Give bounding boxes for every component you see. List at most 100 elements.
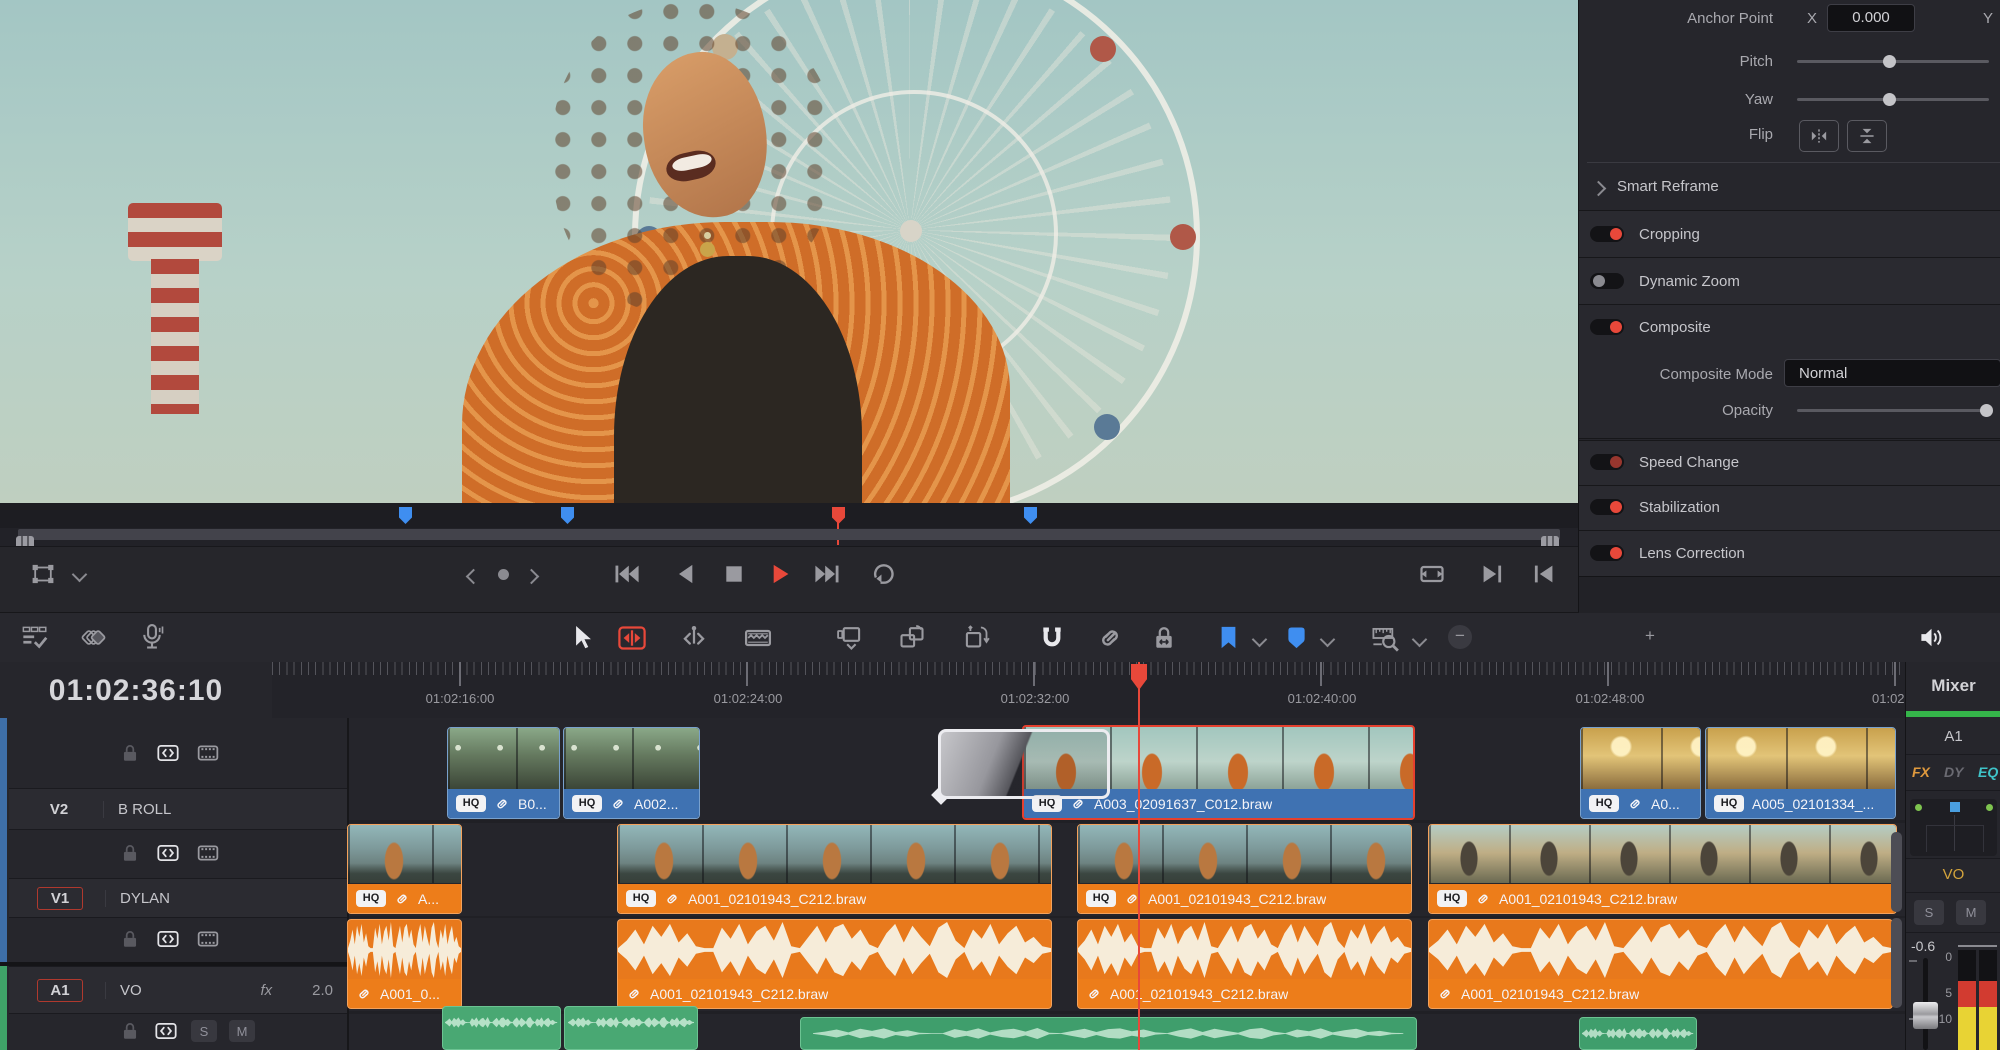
position-lock-button[interactable]: [1150, 624, 1178, 652]
smart-reframe-expand-chevron[interactable]: [1591, 181, 1607, 197]
timeline-clip-v1[interactable]: HQ A...: [347, 824, 462, 914]
timeline-clip-v2[interactable]: HQ A0...: [1580, 727, 1701, 819]
dynamic-trim-tool-button[interactable]: [680, 624, 708, 652]
flip-vertical-button[interactable]: [1847, 120, 1887, 152]
trim-edit-tool-button[interactable]: [618, 624, 646, 652]
auto-select-icon[interactable]: [155, 742, 181, 764]
pitch-slider-handle[interactable]: [1883, 55, 1896, 68]
track-name[interactable]: VO: [105, 982, 142, 999]
viewer-marker-blue[interactable]: [399, 507, 412, 524]
marker-button[interactable]: [1284, 625, 1309, 650]
timeline-clip-v1[interactable]: HQ A001_02101943_C212.braw: [617, 824, 1052, 914]
track-header-a1[interactable]: A1 VO fx 2.0: [9, 966, 347, 1014]
track-id[interactable]: A1: [37, 979, 83, 1002]
insert-clip-button[interactable]: [836, 624, 864, 652]
yaw-slider-handle[interactable]: [1883, 93, 1896, 106]
mixer-fx-button[interactable]: FX: [1912, 764, 1930, 780]
anchor-x-input[interactable]: 0.000: [1827, 4, 1915, 32]
timeline-clip-v1[interactable]: HQ A001_02101943_C212.braw: [1428, 824, 1897, 914]
auto-select-icon[interactable]: [155, 928, 181, 950]
filmstrip-icon[interactable]: [195, 842, 221, 864]
replace-clip-button[interactable]: [962, 624, 990, 652]
timeline-view-options-button[interactable]: [22, 624, 49, 651]
timeline-clip-a1[interactable]: A001_02101943_C212.braw: [1077, 919, 1412, 1009]
lock-icon[interactable]: [119, 1020, 141, 1042]
mixer-mute-button[interactable]: M: [1956, 900, 1986, 925]
timeline-clip-a2[interactable]: [800, 1017, 1417, 1050]
chevron-down-icon[interactable]: [72, 567, 88, 583]
mute-button[interactable]: M: [229, 1020, 255, 1042]
step-back-button[interactable]: [466, 569, 482, 585]
track-id[interactable]: V1: [37, 887, 83, 910]
viewer-marker-blue[interactable]: [561, 507, 574, 524]
razor-tool-button[interactable]: [744, 624, 772, 652]
timeline-clip-a2[interactable]: [442, 1006, 561, 1050]
track-name[interactable]: B ROLL: [103, 801, 171, 818]
zoom-in-button[interactable]: +: [1638, 625, 1662, 649]
track-id[interactable]: V2: [37, 801, 81, 818]
timeline-playhead[interactable]: [1138, 662, 1140, 1050]
lock-icon[interactable]: [119, 928, 141, 950]
composite-mode-select[interactable]: Normal: [1784, 359, 2000, 387]
timeline-clip-v1[interactable]: HQ A001_02101943_C212.braw: [1077, 824, 1412, 914]
timeline-clip-v2[interactable]: HQ B0...: [447, 727, 560, 819]
filmstrip-icon[interactable]: [195, 742, 221, 764]
stabilization-toggle[interactable]: [1590, 499, 1624, 515]
speed-change-toggle[interactable]: [1590, 454, 1624, 470]
composite-label[interactable]: Composite: [1639, 319, 1711, 336]
stabilization-label[interactable]: Stabilization: [1639, 499, 1720, 516]
opacity-slider[interactable]: [1797, 409, 1989, 412]
transition-overlay[interactable]: [938, 729, 1110, 799]
timeline-clip-a1[interactable]: A001_0...: [347, 919, 462, 1009]
viewer-marker-blue[interactable]: [1024, 507, 1037, 524]
flag-dropdown-chevron[interactable]: [1252, 632, 1268, 648]
timeline-clip-a1[interactable]: A001_02101943_C212.braw: [617, 919, 1052, 1009]
flip-horizontal-button[interactable]: [1799, 120, 1839, 152]
zoom-dropdown-chevron[interactable]: [1412, 632, 1428, 648]
viewer-marker-bar[interactable]: [0, 503, 1578, 528]
lock-icon[interactable]: [119, 742, 141, 764]
filmstrip-icon[interactable]: [195, 928, 221, 950]
speed-change-label[interactable]: Speed Change: [1639, 454, 1739, 471]
yaw-slider[interactable]: [1797, 98, 1989, 101]
timeline-clip-v2[interactable]: HQ A002...: [563, 727, 700, 819]
previous-edit-button[interactable]: [1530, 560, 1558, 588]
go-to-end-button[interactable]: [814, 560, 842, 588]
timeline-audio-speaker-button[interactable]: [1918, 624, 1945, 651]
timeline-vertical-scrollbar[interactable]: [1891, 832, 1902, 912]
timeline-clip-a2[interactable]: [564, 1006, 698, 1050]
go-to-start-button[interactable]: [612, 560, 640, 588]
track-header-v2[interactable]: V2 B ROLL: [9, 788, 347, 830]
timeline-clip-v2[interactable]: HQ A005_02101334_...: [1705, 727, 1896, 819]
auto-select-icon[interactable]: [155, 842, 181, 864]
mixer-pan-control[interactable]: [1910, 799, 1997, 856]
mixer-solo-button[interactable]: S: [1914, 900, 1944, 925]
track-header-v1[interactable]: V1 DYLAN: [9, 878, 347, 918]
play-position-dot[interactable]: [498, 569, 509, 580]
track-name[interactable]: DYLAN: [105, 890, 170, 907]
opacity-slider-handle[interactable]: [1980, 404, 1993, 417]
dynamic-zoom-label[interactable]: Dynamic Zoom: [1639, 273, 1740, 290]
play-reverse-button[interactable]: [672, 560, 700, 588]
lens-correction-label[interactable]: Lens Correction: [1639, 545, 1745, 562]
timeline-ruler[interactable]: 01:02:16:00 01:02:24:00 01:02:32:00 01:0…: [272, 662, 1905, 719]
lens-correction-toggle[interactable]: [1590, 545, 1624, 561]
link-clips-button[interactable]: [1096, 624, 1124, 652]
snapping-button[interactable]: [1038, 624, 1066, 652]
flag-button[interactable]: [1216, 625, 1241, 650]
play-button[interactable]: [766, 560, 794, 588]
lock-icon[interactable]: [119, 842, 141, 864]
transform-tool-button[interactable]: [24, 557, 62, 591]
timeline-zoom-preset-button[interactable]: [1372, 624, 1400, 652]
zoom-out-button[interactable]: −: [1448, 625, 1472, 649]
overwrite-clip-button[interactable]: [898, 624, 926, 652]
viewer-scrub-bar[interactable]: [18, 529, 1560, 540]
pitch-slider[interactable]: [1797, 60, 1989, 63]
pan-handle[interactable]: [1950, 802, 1960, 812]
timeline-clip-a2[interactable]: [1579, 1017, 1697, 1050]
stop-button[interactable]: [720, 560, 748, 588]
timeline-clip-a1[interactable]: A001_02101943_C212.braw: [1428, 919, 1893, 1009]
mixer-eq-button[interactable]: EQ: [1978, 764, 1998, 780]
match-frame-button[interactable]: [1418, 560, 1446, 588]
solo-button[interactable]: S: [191, 1020, 217, 1042]
